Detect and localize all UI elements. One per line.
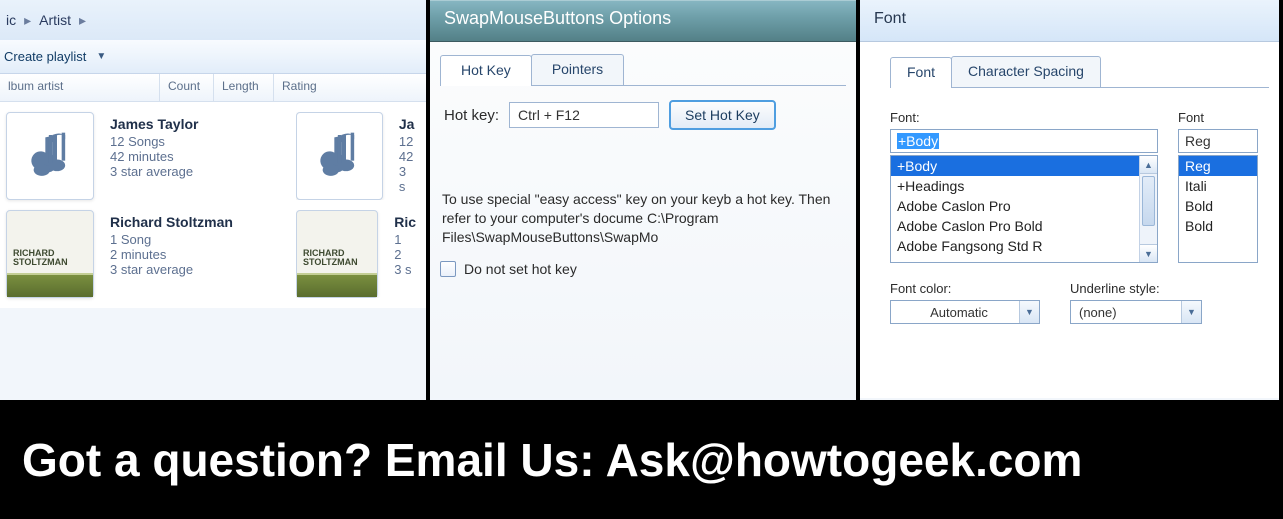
- album-item[interactable]: RICHARDSTOLTZMAN Ric 1 2 3 s: [296, 210, 416, 298]
- tab-hotkey[interactable]: Hot Key: [440, 55, 532, 86]
- font-style-listbox[interactable]: RegItaliBoldBold: [1178, 155, 1258, 263]
- album-art: RICHARDSTOLTZMAN: [6, 210, 94, 298]
- column-header-length[interactable]: Length: [214, 74, 274, 101]
- font-color-label: Font color:: [890, 281, 1040, 296]
- rating: 3 s: [399, 164, 416, 194]
- scrollbar[interactable]: ▲ ▼: [1139, 156, 1157, 262]
- font-style-input[interactable]: Reg: [1178, 129, 1258, 153]
- breadcrumb-item[interactable]: Artist: [33, 12, 77, 28]
- toolbar: Create playlist ▼: [0, 40, 426, 74]
- tab-font[interactable]: Font: [890, 57, 952, 88]
- tab-strip: Hot Key Pointers: [440, 54, 846, 86]
- list-item[interactable]: Bold: [1179, 196, 1257, 216]
- music-note-icon: [296, 112, 383, 200]
- list-item[interactable]: Itali: [1179, 176, 1257, 196]
- list-item[interactable]: Bold: [1179, 216, 1257, 236]
- song-count: 12 Songs: [110, 134, 198, 149]
- chevron-down-icon[interactable]: ▼: [1019, 301, 1039, 323]
- underline-style-combo[interactable]: (none) ▼: [1070, 300, 1202, 324]
- breadcrumb-item[interactable]: ic: [0, 12, 22, 28]
- set-hotkey-button[interactable]: Set Hot Key: [669, 100, 776, 130]
- song-count: 12: [399, 134, 416, 149]
- list-item[interactable]: Adobe Caslon Pro: [891, 196, 1157, 216]
- tab-character-spacing[interactable]: Character Spacing: [951, 56, 1101, 87]
- album-grid: James Taylor 12 Songs 42 minutes 3 star …: [0, 102, 426, 308]
- list-item[interactable]: Adobe Fangsong Std R: [891, 236, 1157, 256]
- album-item[interactable]: Ja 12 42 3 s: [296, 112, 416, 200]
- swapmousebuttons-dialog: SwapMouseButtons Options Hot Key Pointer…: [430, 0, 860, 400]
- hotkey-input[interactable]: [509, 102, 659, 128]
- dialog-title: SwapMouseButtons Options: [430, 0, 856, 42]
- font-input[interactable]: +Body: [897, 133, 939, 149]
- checkbox-label: Do not set hot key: [464, 261, 577, 277]
- column-header-count[interactable]: Count: [160, 74, 214, 101]
- footer-banner: Got a question? Email Us: Ask@howtogeek.…: [0, 400, 1283, 519]
- artist-name: Ric: [394, 214, 416, 230]
- help-text: To use special "easy access" key on your…: [442, 190, 844, 247]
- do-not-set-hotkey-checkbox[interactable]: [440, 261, 456, 277]
- tab-strip: Font Character Spacing: [890, 56, 1269, 88]
- create-playlist-button[interactable]: Create playlist: [4, 49, 86, 64]
- dialog-title: Font: [860, 0, 1279, 42]
- column-header-artist[interactable]: lbum artist: [0, 74, 160, 101]
- duration: 42 minutes: [110, 149, 198, 164]
- hotkey-label: Hot key:: [444, 107, 499, 124]
- column-header-rating[interactable]: Rating: [274, 74, 334, 101]
- font-color-value: Automatic: [891, 305, 1019, 320]
- scroll-up-icon[interactable]: ▲: [1140, 156, 1157, 174]
- tab-pointers[interactable]: Pointers: [531, 54, 624, 85]
- chevron-right-icon: ▸: [22, 12, 33, 29]
- scroll-thumb[interactable]: [1142, 176, 1155, 226]
- song-count: 1: [394, 232, 416, 247]
- font-dialog: Font Font Character Spacing Font: +Body …: [860, 0, 1279, 400]
- album-item[interactable]: James Taylor 12 Songs 42 minutes 3 star …: [6, 112, 286, 200]
- dropdown-arrow-icon[interactable]: ▼: [96, 51, 106, 62]
- chevron-down-icon[interactable]: ▼: [1181, 301, 1201, 323]
- font-color-combo[interactable]: Automatic ▼: [890, 300, 1040, 324]
- breadcrumb-bar: ic ▸ Artist ▸: [0, 0, 426, 40]
- list-item[interactable]: Reg: [1179, 156, 1257, 176]
- artist-name: James Taylor: [110, 116, 198, 132]
- list-item[interactable]: +Headings: [891, 176, 1157, 196]
- music-library-panel: ic ▸ Artist ▸ Create playlist ▼ lbum art…: [0, 0, 430, 400]
- list-item[interactable]: +Body: [891, 156, 1157, 176]
- duration: 2 minutes: [110, 247, 233, 262]
- artist-name: Richard Stoltzman: [110, 214, 233, 230]
- chevron-right-icon: ▸: [77, 12, 88, 29]
- underline-style-value: (none): [1071, 305, 1181, 320]
- font-label: Font:: [890, 110, 1158, 125]
- album-item[interactable]: RICHARDSTOLTZMAN Richard Stoltzman 1 Son…: [6, 210, 286, 298]
- duration: 42: [399, 149, 416, 164]
- rating: 3 s: [394, 262, 416, 277]
- footer-text: Got a question? Email Us: Ask@howtogeek.…: [22, 433, 1082, 487]
- list-item[interactable]: Adobe Caslon Pro Bold: [891, 216, 1157, 236]
- rating: 3 star average: [110, 164, 198, 179]
- scroll-down-icon[interactable]: ▼: [1140, 244, 1157, 262]
- music-note-icon: [6, 112, 94, 200]
- font-style-label: Font: [1178, 110, 1258, 125]
- artist-name: Ja: [399, 116, 416, 132]
- album-art: RICHARDSTOLTZMAN: [296, 210, 378, 298]
- column-headers: lbum artist Count Length Rating: [0, 74, 426, 102]
- rating: 3 star average: [110, 262, 233, 277]
- song-count: 1 Song: [110, 232, 233, 247]
- underline-style-label: Underline style:: [1070, 281, 1202, 296]
- font-listbox[interactable]: +Body+HeadingsAdobe Caslon ProAdobe Casl…: [890, 155, 1158, 263]
- duration: 2: [394, 247, 416, 262]
